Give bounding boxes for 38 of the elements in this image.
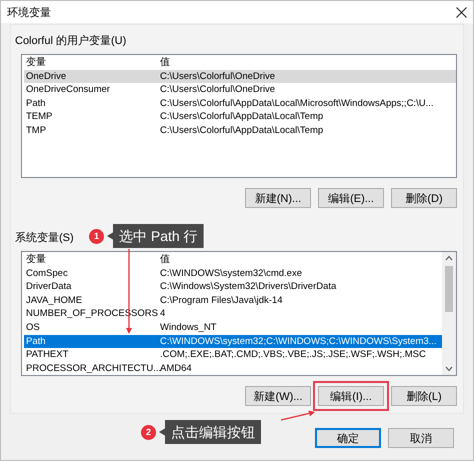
dialog-button[interactable]: 编辑(E)... xyxy=(318,188,384,208)
column-header[interactable]: 变量 xyxy=(26,56,160,70)
list-row[interactable]: OneDriveConsumer C:\Users\Colorful\OneDrive xyxy=(24,83,456,97)
annotation-arrow xyxy=(280,410,315,421)
list-row[interactable]: TMP C:\Users\Colorful\AppData\Local\Temp xyxy=(24,124,456,138)
dialog-button[interactable]: 删除(D) xyxy=(391,188,457,208)
list-box[interactable] xyxy=(21,54,457,178)
list-row[interactable]: PROCESSOR_ARCHITECTU...AMD64 xyxy=(24,362,442,376)
callout-label: 选中 Path 行 xyxy=(107,224,204,248)
column-header[interactable]: 变量 xyxy=(26,253,160,267)
scrollbar[interactable] xyxy=(442,252,456,375)
list-row[interactable]: OneDrive C:\Users\Colorful\OneDrive xyxy=(24,70,456,84)
scroll-up-icon[interactable] xyxy=(445,255,453,261)
list-box[interactable] xyxy=(21,251,457,376)
close-icon[interactable] xyxy=(456,6,467,18)
dialog-button[interactable]: 删除(L) xyxy=(391,386,457,406)
column-header[interactable]: 值 xyxy=(160,56,170,70)
scroll-down-icon[interactable] xyxy=(445,366,453,372)
callout-label: 点击编辑按钮 xyxy=(159,420,261,444)
list-row[interactable]: JAVA_HOME C:\Program Files\Java\jdk-14 xyxy=(24,294,442,308)
scroll-thumb[interactable] xyxy=(445,266,453,312)
list-row[interactable]: ComSpec C:\WINDOWS\system32\cmd.exe xyxy=(24,266,442,280)
list-row[interactable]: OS Windows_NT xyxy=(24,320,442,335)
column-header[interactable]: 值 xyxy=(160,253,170,267)
list-row[interactable]: Path C:\Users\Colorful\AppData\Local\Microsoft\WindowsApps;;C:\U... xyxy=(24,96,456,110)
dialog-button[interactable]: 确定 xyxy=(315,428,381,448)
list-row[interactable]: Path C:\WINDOWS\system32;C:\WINDOWS;C:\WINDOWS\System3... xyxy=(24,334,442,348)
section-label: 系统变量(S) xyxy=(15,232,74,245)
dialog-button[interactable]: 编辑(I)... xyxy=(318,386,384,406)
section-label: Colorful 的用户变量(U) xyxy=(15,35,126,48)
list-row[interactable]: DriverData C:\Windows\System32\Drivers\DriverData xyxy=(24,280,442,294)
dialog-button[interactable]: 新建(W)... xyxy=(245,386,311,406)
window-title: 环境变量 xyxy=(7,6,51,20)
dialog-button[interactable]: 取消 xyxy=(388,428,454,448)
list-row[interactable]: PATHEXT .COM;.EXE;.BAT;.CMD;.VBS;.VBE;.JS;.JSE;.WSF;.WSH;.MSC xyxy=(24,348,442,362)
dialog-button[interactable]: 新建(N)... xyxy=(245,188,311,208)
step-number: 2 xyxy=(141,424,156,440)
list-row[interactable]: TEMP C:\Users\Colorful\AppData\Local\Temp xyxy=(24,110,456,124)
